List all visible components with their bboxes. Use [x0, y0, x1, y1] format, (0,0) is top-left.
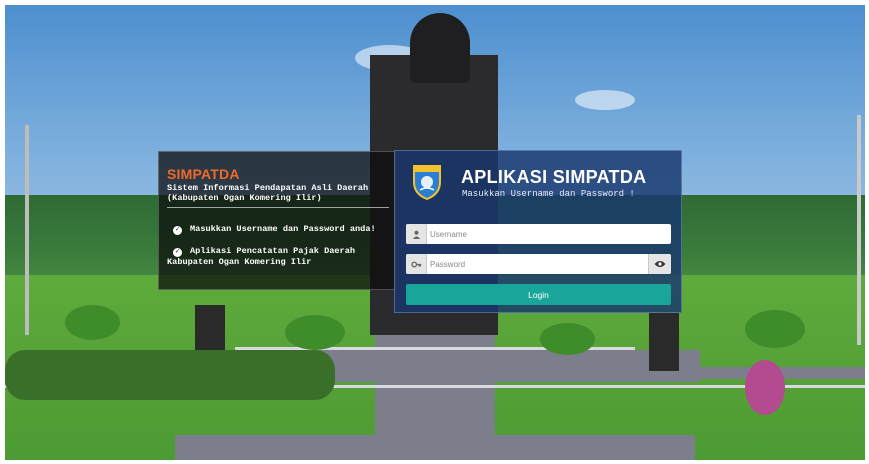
eye-icon[interactable]: [648, 254, 671, 274]
speaker-post: [649, 313, 679, 371]
street-lamp: [25, 125, 29, 335]
username-input[interactable]: [430, 224, 650, 244]
password-field[interactable]: [406, 254, 671, 274]
hedge: [5, 350, 335, 400]
monument-statue: [410, 13, 470, 83]
cloud: [575, 90, 635, 110]
shrub: [540, 323, 595, 355]
divider: [167, 207, 389, 208]
user-icon: [406, 224, 427, 244]
password-input[interactable]: [430, 254, 650, 274]
key-icon: [406, 254, 427, 274]
login-button[interactable]: Login: [406, 284, 671, 305]
shrub: [65, 305, 120, 340]
app-brand-title: SIMPATDA: [167, 166, 240, 182]
shrub: [745, 310, 805, 348]
shrub: [285, 315, 345, 350]
check-circle-icon: ✓: [173, 226, 182, 235]
app-description-line: (Kabupaten Ogan Komering Ilir): [167, 193, 322, 203]
login-page: SIMPATDA Sistem Informasi Pendapatan Asl…: [5, 5, 865, 460]
plaza-path: [175, 435, 695, 460]
login-title: APLIKASI SIMPATDA: [461, 167, 647, 187]
check-circle-icon: ✓: [173, 248, 182, 257]
flower-bush: [745, 360, 785, 415]
regency-emblem-icon: [413, 165, 441, 200]
info-bullet-text: Masukkan Username dan Password anda!: [190, 224, 376, 234]
info-bullet-continuation: Kabupaten Ogan Komering Ilir: [167, 257, 312, 267]
login-subtitle: Masukkan Username dan Password !: [462, 189, 635, 199]
app-description-line: Sistem Informasi Pendapatan Asli Daerah: [167, 183, 369, 193]
app-description: Sistem Informasi Pendapatan Asli Daerah …: [167, 183, 391, 203]
info-bullet: ✓ Aplikasi Pencatatan Pajak Daerah: [173, 246, 355, 257]
info-bullet: ✓ Masukkan Username dan Password anda!: [173, 224, 376, 235]
info-panel: SIMPATDA Sistem Informasi Pendapatan Asl…: [158, 151, 396, 290]
username-field[interactable]: [406, 224, 671, 244]
login-panel: APLIKASI SIMPATDA Masukkan Username dan …: [394, 150, 682, 313]
info-bullet-text: Aplikasi Pencatatan Pajak Daerah: [190, 246, 356, 256]
street-lamp: [857, 115, 861, 345]
